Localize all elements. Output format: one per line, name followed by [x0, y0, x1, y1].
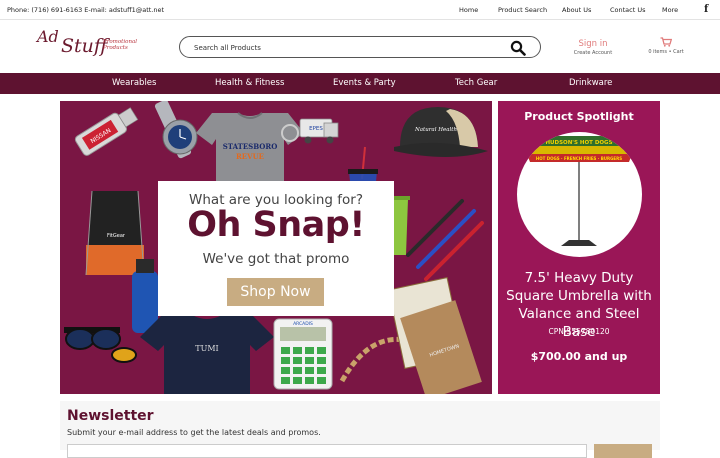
hero-headline: Oh Snap! — [187, 205, 365, 245]
hero-subline: We've got that promo — [202, 251, 350, 267]
hero-promo-box: What are you looking for? Oh Snap! We've… — [158, 181, 394, 316]
calculator-image: ARCADIS — [273, 318, 333, 390]
svg-text:STATESBORO: STATESBORO — [223, 142, 278, 151]
padfolio-image: HOMETOWN — [387, 277, 482, 394]
create-account-link[interactable]: Create Account — [573, 50, 613, 56]
facebook-icon[interactable]: f — [704, 4, 708, 15]
svg-text:Natural Health: Natural Health — [414, 127, 458, 133]
cart-count-label[interactable]: 0 items • Cart — [645, 49, 687, 55]
contact-info: Phone: (716) 691-6163 E-mail: adstuff1@a… — [7, 6, 165, 14]
nav-more-link[interactable]: More — [662, 6, 678, 14]
top-bar: Phone: (716) 691-6163 E-mail: adstuff1@a… — [0, 0, 720, 20]
category-tech-gear[interactable]: Tech Gear — [455, 78, 497, 88]
newsletter-section: Newsletter Submit your e-mail address to… — [60, 401, 660, 458]
logo-tagline: Promotional Products — [103, 39, 137, 51]
cart-area[interactable]: 0 items • Cart — [645, 37, 687, 55]
calculator-brand: ARCADIS — [293, 321, 313, 327]
sign-in-link[interactable]: Sign in — [573, 39, 613, 49]
pens-image — [406, 199, 484, 281]
logo-word-stuff: Stuff — [61, 35, 108, 57]
drawstring-backpack-image: FitGear — [85, 190, 145, 276]
nav-about-us-link[interactable]: About Us — [562, 6, 591, 14]
watch-image — [154, 101, 198, 159]
hero-banner[interactable]: NISSAN STATESBORO REVUE EPES Natural Hea… — [60, 101, 492, 394]
newsletter-email-input[interactable] — [67, 444, 587, 458]
cart-icon[interactable] — [660, 37, 672, 47]
nav-product-search-link[interactable]: Product Search — [498, 6, 547, 14]
nav-home-link[interactable]: Home — [459, 6, 478, 14]
category-drinkware[interactable]: Drinkware — [569, 78, 612, 88]
shop-now-button[interactable]: Shop Now — [227, 278, 324, 306]
site-logo[interactable]: Ad Stuff Promotional Products — [37, 27, 147, 59]
navy-tshirt-image: TUMI — [140, 315, 274, 394]
search-bar — [179, 36, 541, 58]
newsletter-description: Submit your e-mail address to get the la… — [67, 428, 321, 437]
category-events-party[interactable]: Events & Party — [333, 78, 396, 88]
logo-word-ad: Ad — [37, 27, 59, 46]
umbrella-banner-text: HUDSON'S HOT DOGS — [545, 140, 612, 146]
umbrella-valance-text: HOT DOGS · FRENCH FRIES · BURGERS — [536, 156, 622, 161]
svg-text:REVUE: REVUE — [236, 152, 264, 161]
navy-tshirt-brand: TUMI — [195, 344, 218, 353]
usb-drive-image: NISSAN — [74, 107, 139, 156]
product-spotlight[interactable]: Product Spotlight HUDSON'S HOT DOGS HOT … — [498, 101, 660, 394]
sign-in-area[interactable]: Sign in Create Account — [573, 39, 613, 56]
newsletter-heading: Newsletter — [67, 408, 154, 424]
category-wearables[interactable]: Wearables — [112, 78, 156, 88]
spotlight-heading: Product Spotlight — [524, 110, 634, 123]
umbrella-image: HUDSON'S HOT DOGS HOT DOGS · FRENCH FRIE… — [527, 136, 632, 246]
backpack-brand: FitGear — [107, 233, 126, 239]
spotlight-sku: CPN-555780120 — [548, 327, 610, 336]
logo-tag-line2: Products — [103, 45, 128, 51]
category-health-fitness[interactable]: Health & Fitness — [215, 78, 284, 88]
search-input[interactable] — [194, 41, 494, 54]
spotlight-image-frame[interactable]: HUDSON'S HOT DOGS HOT DOGS · FRENCH FRIE… — [517, 132, 642, 257]
baseball-cap-image: Natural Health — [394, 107, 488, 157]
sunglasses-image — [64, 327, 137, 363]
newsletter-submit-button[interactable] — [594, 444, 652, 458]
category-nav: Wearables Health & Fitness Events & Part… — [0, 73, 720, 94]
search-icon[interactable] — [510, 40, 526, 56]
nav-contact-us-link[interactable]: Contact Us — [610, 6, 646, 14]
spotlight-price: $700.00 and up — [530, 350, 628, 363]
site-header: Ad Stuff Promotional Products Sign in Cr… — [0, 20, 720, 73]
truck-keychain-brand: EPES — [309, 126, 323, 132]
